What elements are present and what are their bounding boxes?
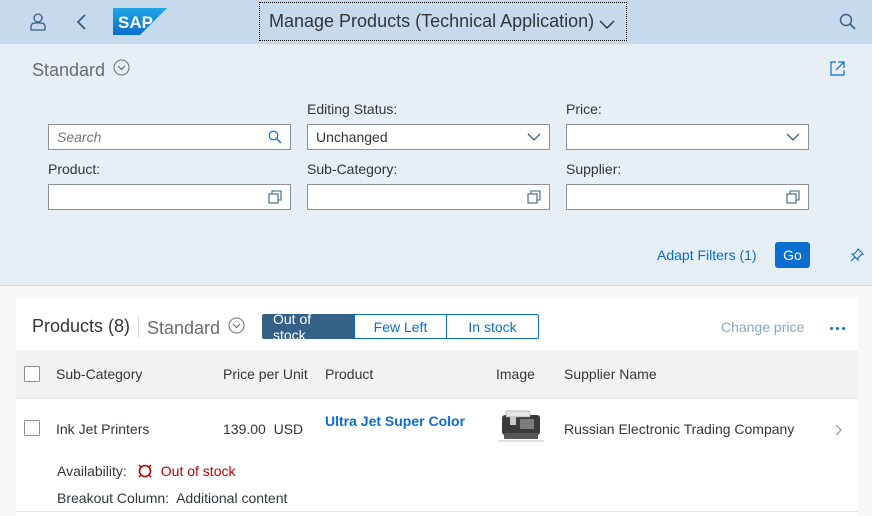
variant-name: Standard (32, 59, 106, 80)
table-toolbar: Products (8) Standard Out of stock Few L… (16, 298, 858, 348)
editing-status-select[interactable]: Unchanged (307, 124, 550, 150)
availability-status: Out of stock (160, 463, 236, 479)
segment-out-of-stock[interactable]: Out of stock (262, 311, 355, 343)
breakout-row: Breakout Column: Additional content (57, 490, 287, 506)
supplier-label: Supplier: (566, 161, 622, 177)
column-sub-category[interactable]: Sub-Category (56, 366, 142, 382)
supplier-input[interactable] (566, 184, 809, 210)
availability-row: Availability: Out of stock (57, 463, 235, 479)
adapt-filters-button[interactable]: Adapt Filters (1) (657, 247, 757, 263)
segment-in-stock[interactable]: In stock (446, 314, 539, 339)
price-label: Price: (566, 101, 602, 117)
sap-logo[interactable]: SAP (113, 8, 167, 35)
status-error-icon (137, 463, 153, 479)
overflow-icon[interactable] (830, 327, 845, 330)
table-variant-management[interactable]: Standard (147, 317, 245, 339)
column-image[interactable]: Image (496, 366, 535, 382)
filter-bar: Standard Search Editing Status: Unchange… (0, 44, 872, 286)
change-price-button[interactable]: Change price (721, 319, 804, 335)
table-variant-name: Standard (147, 317, 221, 338)
user-icon[interactable] (26, 10, 50, 34)
cell-supplier-name: Russian Electronic Trading Company (564, 421, 795, 437)
cell-sub-category: Ink Jet Printers (56, 421, 150, 437)
value-help-icon[interactable] (786, 190, 800, 204)
chevron-right-icon[interactable] (834, 423, 842, 439)
app-title-menu[interactable]: Manage Products (Technical Application) (259, 2, 627, 41)
search-icon[interactable] (268, 130, 282, 144)
editing-status-value: Unchanged (316, 129, 388, 145)
search-placeholder: Search (57, 129, 102, 145)
stock-segmented-button: Out of stock Few Left In stock (262, 311, 539, 343)
value-help-icon[interactable] (527, 190, 541, 204)
cell-price: 139.00 USD (223, 421, 303, 437)
chevron-down-icon (598, 15, 616, 36)
value-help-icon[interactable] (268, 190, 282, 204)
column-supplier-name[interactable]: Supplier Name (564, 366, 657, 382)
product-link[interactable]: Ultra Jet Super Color (325, 413, 465, 429)
go-button[interactable]: Go (775, 242, 810, 268)
chevron-down-icon[interactable] (786, 130, 800, 144)
row-checkbox[interactable] (24, 420, 40, 436)
breakout-label: Breakout Column: (57, 490, 170, 506)
search-icon[interactable] (836, 10, 860, 34)
back-icon[interactable] (70, 10, 94, 34)
app-title: Manage Products (Technical Application) (269, 11, 595, 31)
chevron-down-icon[interactable] (527, 130, 541, 144)
shell-bar: SAP Manage Products (Technical Applicati… (0, 0, 872, 44)
price-select[interactable] (566, 124, 809, 150)
sub-category-label: Sub-Category: (307, 161, 398, 177)
column-product[interactable]: Product (325, 366, 373, 382)
table-row[interactable]: Ink Jet Printers 139.00 USD Ultra Jet Su… (16, 400, 858, 512)
svg-text:SAP: SAP (118, 13, 153, 32)
product-input[interactable] (48, 184, 291, 210)
availability-label: Availability: (57, 463, 127, 479)
toolbar-separator (138, 316, 139, 338)
chevron-circle-down-icon[interactable] (113, 59, 130, 81)
editing-status-label: Editing Status: (307, 101, 398, 117)
chevron-circle-down-icon[interactable] (228, 317, 245, 339)
column-price-per-unit[interactable]: Price per Unit (223, 366, 308, 382)
table-title: Products (8) (32, 316, 131, 336)
variant-management[interactable]: Standard (32, 59, 130, 81)
price-currency: USD (273, 421, 304, 437)
product-label: Product: (48, 161, 101, 177)
segment-few-left[interactable]: Few Left (354, 314, 447, 339)
share-icon[interactable] (829, 60, 846, 80)
price-value: 139.00 (223, 421, 266, 437)
products-table: Products (8) Standard Out of stock Few L… (16, 298, 858, 516)
product-image[interactable] (496, 405, 546, 449)
pin-icon[interactable] (850, 248, 864, 265)
search-input[interactable]: Search (48, 124, 291, 150)
sub-category-input[interactable] (307, 184, 550, 210)
table-header: Sub-Category Price per Unit Product Imag… (16, 350, 858, 399)
select-all-checkbox[interactable] (24, 366, 40, 382)
breakout-value: Additional content (176, 490, 288, 506)
